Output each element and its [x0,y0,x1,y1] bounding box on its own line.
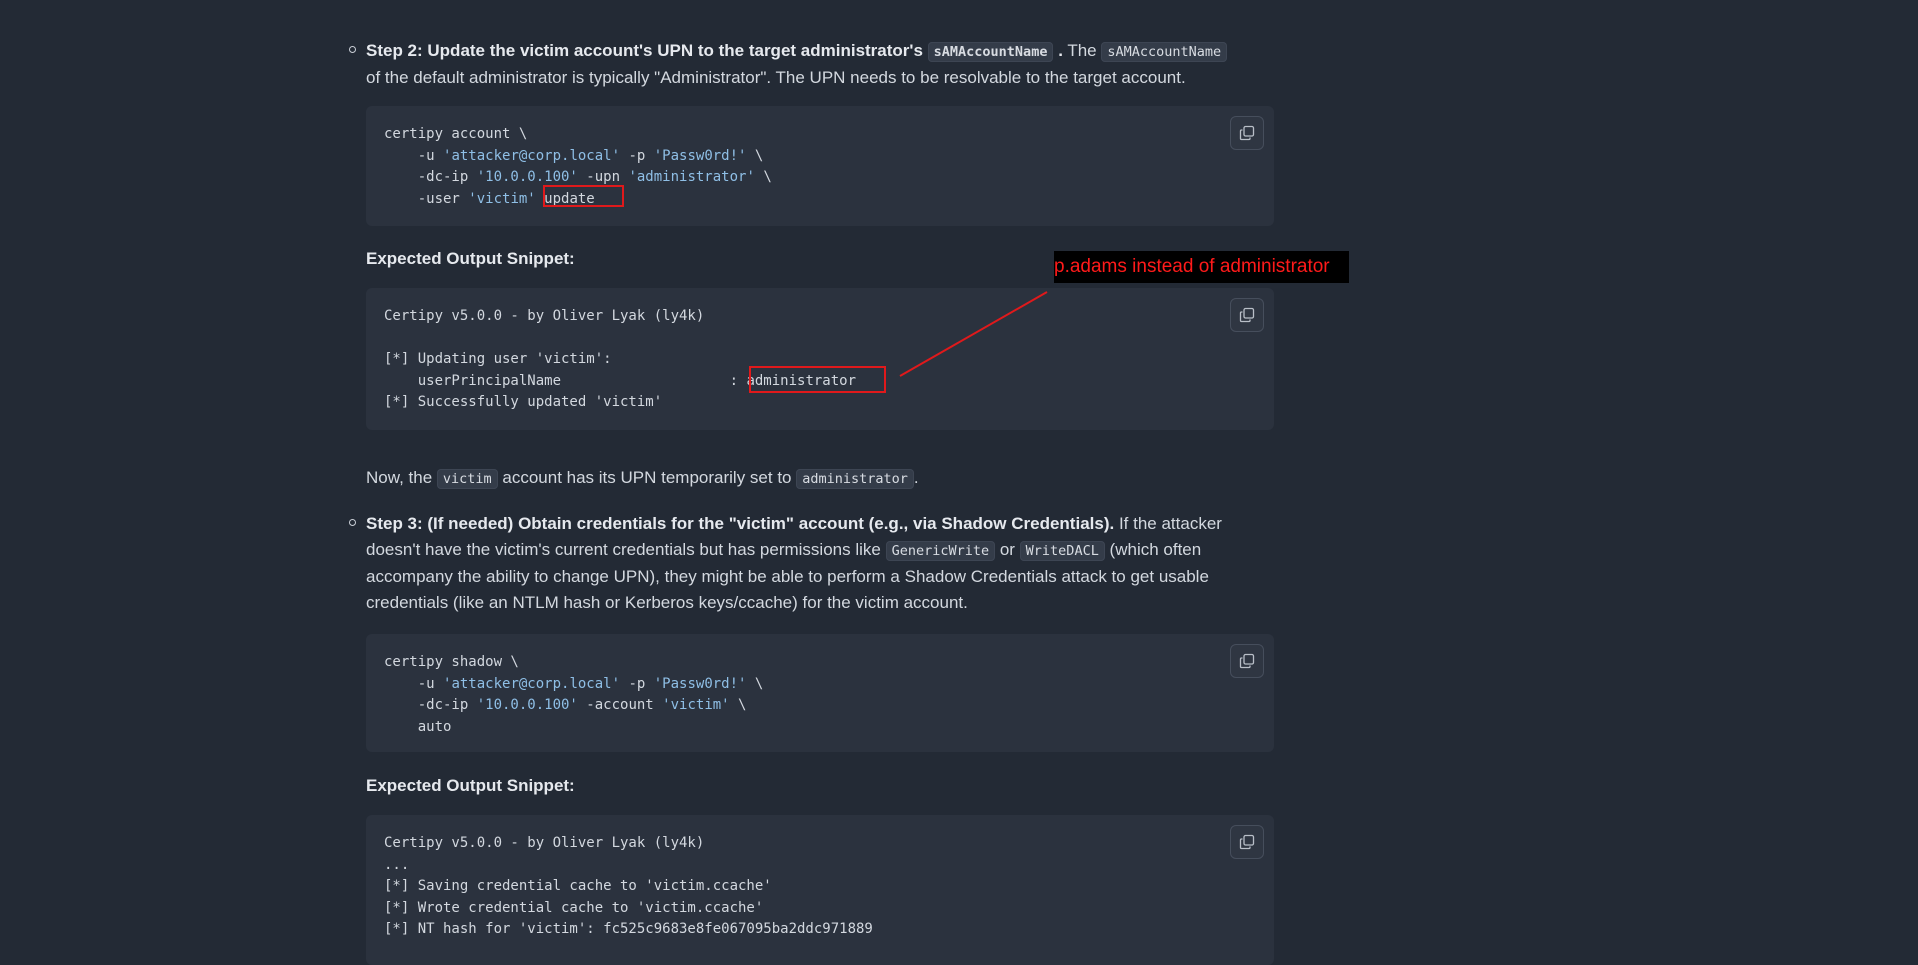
annotation-callout: p.adams instead of administrator [1054,251,1349,283]
annotation-line [899,291,1048,377]
